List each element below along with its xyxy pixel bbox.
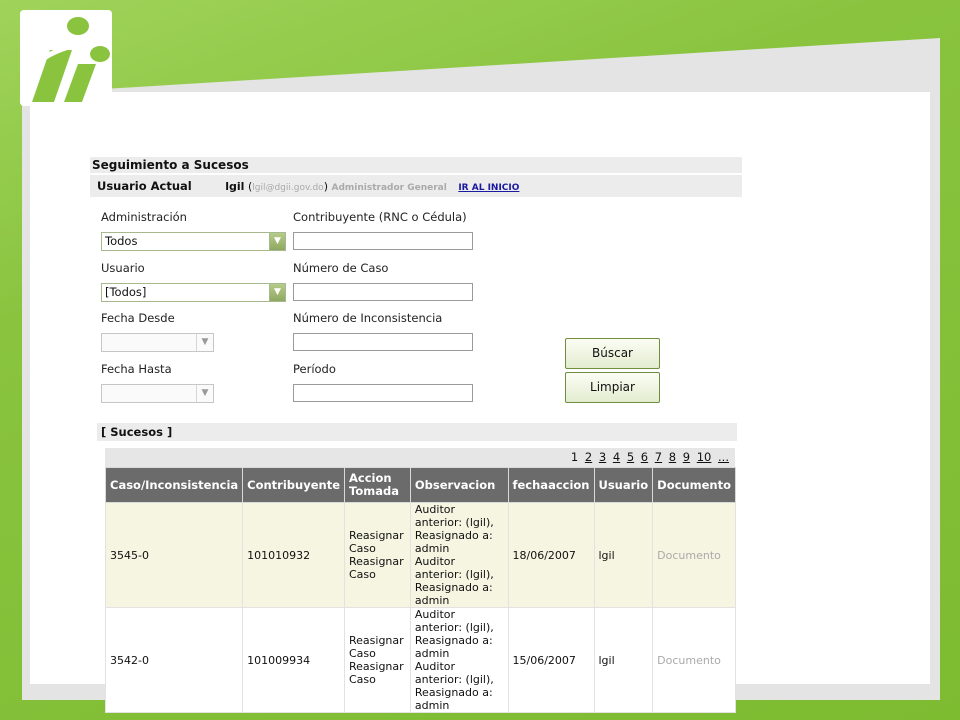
periodo-input[interactable] [293, 384, 473, 402]
chevron-down-icon[interactable]: ▼ [269, 284, 285, 301]
page-link[interactable]: 7 [655, 450, 662, 464]
limpiar-button[interactable]: Limpiar [565, 372, 660, 403]
page-link[interactable]: 5 [627, 450, 634, 464]
accion-line: Caso [349, 568, 376, 581]
column-header[interactable]: Documento [652, 467, 736, 503]
observacion-line: Reasignado a: admin [414, 634, 493, 660]
accion-line: Reasignar [349, 660, 404, 673]
contribuyente-label: Contribuyente (RNC o Cédula) [293, 210, 467, 224]
observacion-cell: Auditor anterior: (lgil), Reasignado a: … [409, 607, 509, 713]
usuario-cell: lgil [593, 607, 654, 713]
ii-logo-icon [20, 10, 112, 106]
fecha-hasta-select[interactable]: ▼ [101, 384, 214, 403]
administracion-select[interactable]: Todos ▼ [101, 232, 286, 251]
current-user-name: lgil [225, 180, 245, 193]
page-link[interactable]: 8 [669, 450, 676, 464]
observacion-line: Auditor anterior: (lgil), [414, 660, 494, 686]
page-link[interactable]: 10 [697, 450, 712, 464]
contribuyente-input[interactable] [293, 232, 473, 250]
sucesos-table: Caso/Inconsistencia Contribuyente Accion… [104, 467, 736, 713]
chevron-down-icon[interactable]: ▼ [269, 233, 285, 250]
page-title: Seguimiento a Sucesos [90, 157, 742, 173]
sucesos-section-label: [ Sucesos ] [97, 423, 737, 441]
fecha-hasta-label: Fecha Hasta [101, 362, 172, 376]
page-more-link[interactable]: ... [718, 450, 729, 464]
accion-line: Reasignar [349, 529, 404, 542]
page-link[interactable]: 4 [613, 450, 620, 464]
column-header[interactable]: Usuario [593, 467, 654, 503]
numero-inconsistencia-input[interactable] [293, 333, 473, 351]
buscar-button[interactable]: Búscar [565, 338, 660, 369]
administracion-label: Administración [101, 210, 187, 224]
fecha-cell: 18/06/2007 [507, 502, 595, 608]
fecha-desde-label: Fecha Desde [101, 311, 175, 325]
accion-line: Caso [349, 647, 376, 660]
page-link[interactable]: 6 [641, 450, 648, 464]
documento-link[interactable]: Documento [652, 502, 736, 608]
current-user-email: lgil@dgii.gov.do [252, 183, 324, 193]
current-user-bar: Usuario Actual lgil (lgil@dgii.gov.do) A… [90, 175, 742, 197]
usuario-value: [Todos] [105, 285, 147, 299]
numero-caso-input[interactable] [293, 283, 473, 301]
usuario-select[interactable]: [Todos] ▼ [101, 283, 286, 302]
observacion-line: Reasignado a: admin [414, 529, 493, 555]
current-user-role: Administrador General [331, 183, 447, 193]
page-link[interactable]: 9 [683, 450, 690, 464]
accion-line: Reasignar [349, 555, 404, 568]
caso-cell: 3545-0 [104, 502, 244, 608]
caso-cell: 3542-0 [104, 607, 244, 713]
observacion-cell: Auditor anterior: (lgil), Reasignado a: … [409, 502, 509, 608]
observacion-line: Reasignado a: admin [414, 581, 493, 607]
usuario-label: Usuario [101, 261, 145, 275]
administracion-value: Todos [105, 234, 138, 248]
observacion-line: Auditor anterior: (lgil), [414, 608, 494, 634]
home-link[interactable]: IR AL INICIO [458, 183, 519, 193]
observacion-line: Auditor anterior: (lgil), [414, 555, 494, 581]
accion-cell: Reasignar Caso Reasignar Caso [344, 607, 411, 713]
page-link[interactable]: 3 [599, 450, 606, 464]
chevron-down-icon[interactable]: ▼ [196, 334, 213, 351]
table-row[interactable]: 3545-0 101010932 Reasignar Caso Reasigna… [104, 502, 736, 608]
accion-line: Caso [349, 542, 376, 555]
close-paren: ) [323, 180, 328, 193]
periodo-label: Período [293, 362, 336, 376]
usuario-cell: lgil [593, 502, 654, 608]
observacion-line: Auditor anterior: (lgil), [414, 503, 494, 529]
page-current: 1 [570, 450, 579, 464]
column-header[interactable]: Caso/Inconsistencia [104, 467, 244, 503]
column-header[interactable]: fechaaccion [507, 467, 595, 503]
column-header[interactable]: Accion Tomada [344, 467, 411, 503]
observacion-line: Reasignado a: admin [414, 686, 493, 712]
table-header-row: Caso/Inconsistencia Contribuyente Accion… [104, 467, 736, 503]
numero-caso-label: Número de Caso [293, 261, 389, 275]
column-header[interactable]: Observacion [409, 467, 509, 503]
current-user-label: Usuario Actual [97, 179, 192, 193]
accion-line: Caso [349, 673, 376, 686]
table-row[interactable]: 3542-0 101009934 Reasignar Caso Reasigna… [104, 607, 736, 713]
contribuyente-cell: 101010932 [242, 502, 345, 608]
fecha-desde-select[interactable]: ▼ [101, 333, 214, 352]
accion-cell: Reasignar Caso Reasignar Caso [344, 502, 411, 608]
contribuyente-cell: 101009934 [242, 607, 345, 713]
pagination: 1 2 3 4 5 6 7 8 9 10 ... [105, 448, 735, 467]
chevron-down-icon[interactable]: ▼ [196, 385, 213, 402]
accion-line: Reasignar [349, 634, 404, 647]
numero-inconsistencia-label: Número de Inconsistencia [293, 311, 443, 325]
page-link[interactable]: 2 [585, 450, 592, 464]
fecha-cell: 15/06/2007 [507, 607, 595, 713]
column-header[interactable]: Contribuyente [242, 467, 345, 503]
documento-link[interactable]: Documento [652, 607, 736, 713]
